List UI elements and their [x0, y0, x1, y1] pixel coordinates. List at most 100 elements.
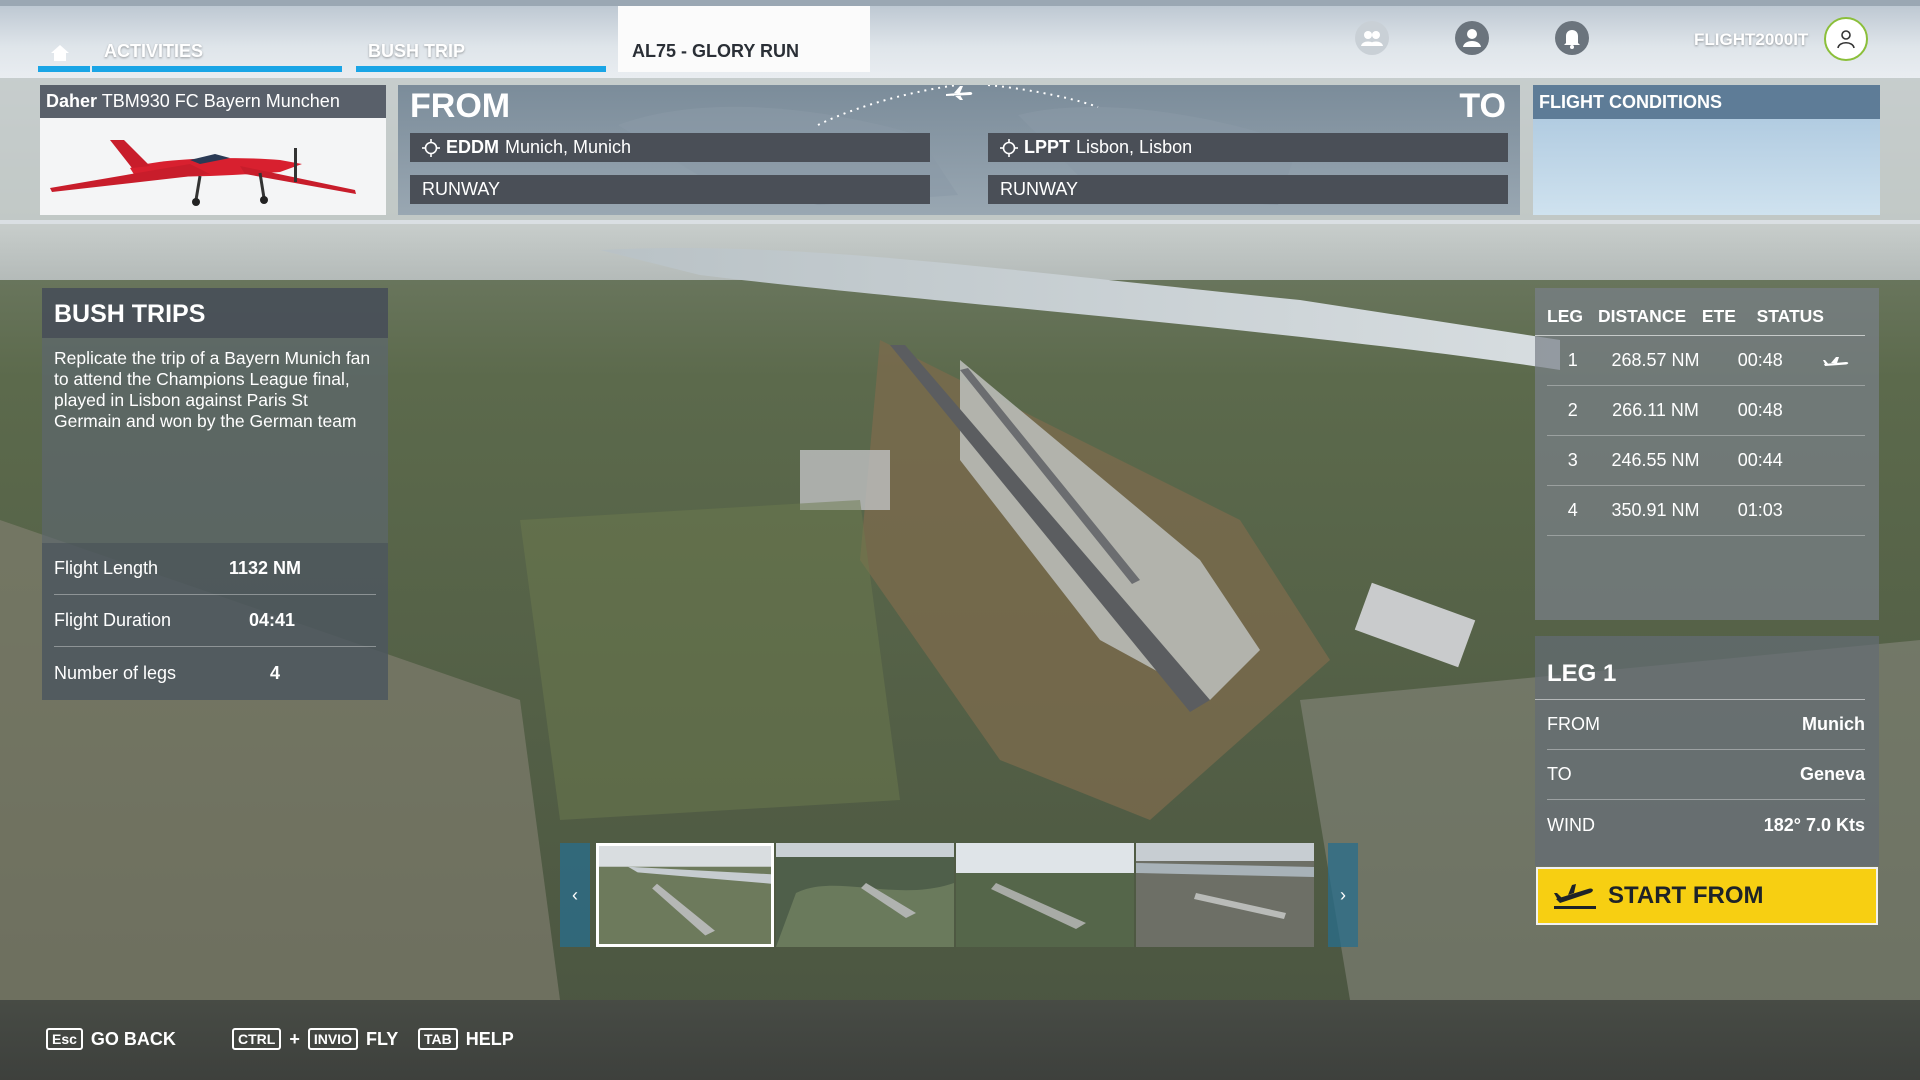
- stat-value: 4: [270, 662, 281, 683]
- leg-distance: 246.55 NM: [1611, 450, 1700, 470]
- departure-runway-label: RUNWAY: [422, 179, 500, 199]
- leg-detail-title: LEG 1: [1535, 636, 1865, 700]
- start-from-button[interactable]: START FROM: [1536, 867, 1878, 925]
- airplane-icon: [1823, 356, 1849, 366]
- leg-number: 4: [1567, 500, 1578, 520]
- flight-conditions-title: FLIGHT CONDITIONS: [1533, 85, 1880, 119]
- avatar-icon: [1837, 30, 1855, 49]
- tab-activities-label: ACTIVITIES: [104, 41, 204, 61]
- stat-row-number-of-legs: Number of legs 4: [54, 647, 376, 699]
- departure-runway-field[interactable]: RUNWAY: [410, 175, 930, 204]
- table-row[interactable]: 3 246.55 NM 00:44: [1547, 436, 1865, 486]
- route-panel: FROM TO EDDM Munich, Munich RUNWAY LPPT …: [398, 85, 1520, 215]
- stat-row-flight-length: Flight Length 1132 NM: [54, 543, 376, 595]
- go-back-button[interactable]: Esc GO BACK: [46, 1028, 176, 1050]
- leg-status: [1808, 354, 1865, 368]
- carousel-thumbnail[interactable]: [1136, 843, 1314, 947]
- leg-ete: 00:48: [1737, 400, 1783, 420]
- avatar[interactable]: [1824, 17, 1868, 61]
- carousel-thumbnail[interactable]: [776, 843, 954, 947]
- plus-sign: +: [289, 1028, 300, 1049]
- tab-bush-trip-label: BUSH TRIP: [368, 41, 466, 61]
- key-tab: TAB: [418, 1028, 458, 1050]
- leg-number: 2: [1567, 400, 1578, 420]
- aircraft-model: TBM930 FC Bayern Munchen: [101, 91, 340, 111]
- leg-ete: 00:48: [1737, 350, 1783, 370]
- chevron-left-icon: ‹: [572, 884, 578, 905]
- aircraft-maker: Daher: [46, 91, 98, 111]
- leg-detail-label: FROM: [1547, 714, 1600, 734]
- username[interactable]: FLIGHT2000IT: [1694, 30, 1808, 50]
- help-label: HELP: [465, 1028, 514, 1049]
- friends-icon[interactable]: [1354, 20, 1390, 56]
- table-row[interactable]: 2 266.11 NM 00:48: [1547, 386, 1865, 436]
- chevron-right-icon: ›: [1340, 884, 1346, 905]
- tab-activities[interactable]: ACTIVITIES: [92, 6, 342, 72]
- aircraft-title: Daher TBM930 FC Bayern Munchen: [40, 85, 386, 118]
- arrival-name: Lisbon, Lisbon: [1076, 137, 1193, 157]
- stat-value: 1132 NM: [229, 558, 302, 578]
- stat-value: 04:41: [249, 610, 296, 630]
- arrival-code: LPPT: [1024, 137, 1071, 157]
- home-icon: [51, 45, 69, 61]
- arrival-airport-field[interactable]: LPPT Lisbon, Lisbon: [988, 133, 1508, 162]
- leg-detail-value: Munich: [1802, 714, 1865, 734]
- leg-distance: 266.11 NM: [1612, 400, 1699, 420]
- departure-airport-field[interactable]: EDDM Munich, Munich: [410, 133, 930, 162]
- key-invio: INVIO: [307, 1028, 358, 1050]
- route-airplane-icon: [946, 86, 973, 100]
- leg-distance: 350.91 NM: [1611, 500, 1700, 520]
- aircraft-image: [40, 118, 386, 215]
- stat-row-flight-duration: Flight Duration 04:41: [54, 595, 376, 647]
- aircraft-panel[interactable]: Daher TBM930 FC Bayern Munchen: [40, 85, 386, 215]
- leg-ete: 00:44: [1737, 450, 1783, 470]
- stat-label: Number of legs: [54, 662, 177, 683]
- arrival-runway-field[interactable]: RUNWAY: [988, 175, 1508, 204]
- key-esc: Esc: [46, 1028, 83, 1050]
- leg-detail-to: TO Geneva: [1547, 750, 1865, 800]
- stat-label: Flight Duration: [54, 610, 172, 630]
- flight-conditions-panel[interactable]: FLIGHT CONDITIONS: [1533, 85, 1880, 215]
- top-navigation-bar: ACTIVITIES BUSH TRIP AL75 - GLORY RUN FL…: [0, 0, 1920, 78]
- departure-code: EDDM: [446, 137, 499, 157]
- tab-bush-trip[interactable]: BUSH TRIP: [356, 6, 606, 72]
- tab-glory-run[interactable]: AL75 - GLORY RUN: [618, 6, 870, 72]
- carousel-thumbnail[interactable]: [956, 843, 1134, 947]
- table-row[interactable]: 4 350.91 NM 01:03: [1547, 486, 1865, 536]
- fly-label: FLY: [365, 1028, 399, 1049]
- header-distance: DISTANCE: [1597, 306, 1687, 326]
- notifications-icon[interactable]: [1554, 20, 1590, 56]
- bottom-hint-bar: Esc GO BACK CTRL + INVIO FLY TAB HELP: [0, 1000, 1920, 1080]
- to-label: TO: [1459, 87, 1506, 125]
- fly-button[interactable]: CTRL + INVIO FLY: [232, 1028, 398, 1050]
- bush-trip-description: Replicate the trip of a Bayern Munich fa…: [54, 348, 371, 431]
- table-row[interactable]: 1 268.57 NM 00:48: [1547, 336, 1865, 386]
- go-back-label: GO BACK: [90, 1028, 176, 1049]
- leg-distance: 268.57 NM: [1611, 350, 1700, 370]
- leg-detail-value: Geneva: [1799, 764, 1865, 784]
- location-target-icon: [1000, 138, 1018, 157]
- key-ctrl: CTRL: [232, 1028, 282, 1050]
- start-from-label: START FROM: [1608, 882, 1764, 909]
- header-leg: LEG: [1547, 306, 1583, 326]
- tab-glory-run-label: AL75 - GLORY RUN: [632, 41, 800, 61]
- leg-detail-wind: WIND 182° 7.0 Kts: [1547, 800, 1865, 850]
- carousel-next-button[interactable]: ›: [1328, 843, 1358, 947]
- arrival-runway-label: RUNWAY: [1000, 179, 1078, 199]
- tab-home[interactable]: [38, 6, 90, 72]
- profile-icon[interactable]: [1454, 20, 1490, 56]
- takeoff-icon: [1554, 884, 1596, 909]
- legs-table-header: LEG DISTANCE ETE STATUS: [1535, 288, 1865, 336]
- carousel-prev-button[interactable]: ‹: [560, 843, 590, 947]
- help-button[interactable]: TAB HELP: [418, 1028, 514, 1050]
- leg-number: 1: [1567, 350, 1578, 370]
- screenshot-carousel: ‹ ›: [560, 843, 1358, 947]
- carousel-thumbnail[interactable]: [596, 843, 774, 947]
- departure-name: Munich, Munich: [505, 137, 632, 157]
- from-label: FROM: [410, 87, 511, 125]
- bush-trip-description-panel: BUSH TRIPS Replicate the trip of a Bayer…: [42, 288, 388, 700]
- bush-trip-title: BUSH TRIPS: [42, 288, 388, 338]
- leg-detail-label: TO: [1547, 764, 1572, 784]
- leg-detail-panel: LEG 1 FROM Munich TO Geneva WIND 182° 7.…: [1535, 636, 1879, 866]
- leg-detail-label: WIND: [1547, 814, 1595, 835]
